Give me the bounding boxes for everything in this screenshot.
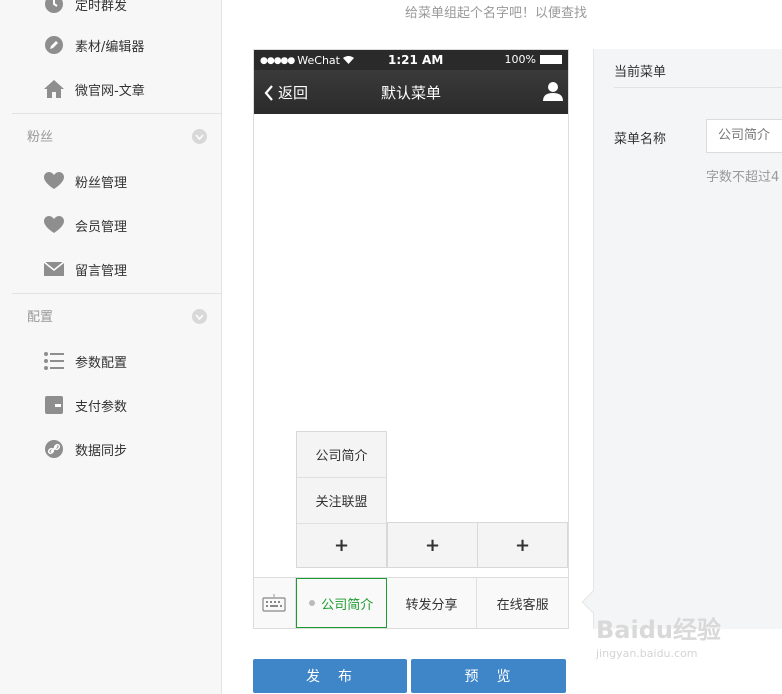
menu-item-online-service[interactable]: 在线客服 — [477, 578, 568, 628]
sidebar-item-label: 定时群发 — [75, 0, 128, 14]
section-title: 粉丝 — [27, 130, 54, 145]
section-fans[interactable]: 粉丝 — [12, 113, 222, 157]
publish-button[interactable]: 发 布 — [253, 659, 407, 693]
sidebar-item-label: 素材/编辑器 — [75, 39, 145, 55]
sidebar-item-label: 粉丝管理 — [75, 175, 128, 191]
menu-item-label: 公司简介 — [321, 597, 374, 613]
heart-icon — [43, 214, 65, 236]
link-icon — [43, 438, 65, 460]
phone-preview: ●●●●● WeChat 1:21 AM 100% 返回 默认菜单 公司简介 关… — [253, 49, 569, 629]
submenu-popup: 公司简介 关注联盟 + — [296, 431, 387, 568]
chevron-down-icon[interactable] — [192, 309, 207, 324]
carrier-label: WeChat — [297, 54, 340, 67]
phone-title: 默认菜单 — [380, 84, 441, 102]
watermark: Baidu经验 jingyan.baidu.com — [596, 610, 721, 660]
battery-label: 100% — [504, 53, 536, 66]
sidebar-item-materials[interactable]: 素材/编辑器 — [12, 23, 222, 67]
preview-button[interactable]: 预 览 — [411, 659, 566, 693]
section-title: 配置 — [27, 310, 54, 325]
status-time: 1:21 AM — [388, 53, 444, 67]
divider — [614, 87, 782, 88]
sidebar-item-label: 支付参数 — [75, 399, 128, 415]
menu-group-hint: 给菜单组起个名字吧！以便查找 — [405, 6, 588, 21]
battery-icon — [540, 55, 562, 64]
sidebar-item-label: 会员管理 — [75, 219, 128, 235]
menu-bar: 公司简介 转发分享 在线客服 — [254, 577, 568, 628]
wallet-icon — [43, 394, 65, 416]
sidebar-item-payment-params[interactable]: 支付参数 — [12, 383, 222, 427]
wifi-icon — [342, 54, 354, 67]
add-submenu-button[interactable]: + — [477, 522, 568, 568]
panel-heading: 当前菜单 — [614, 65, 667, 80]
sidebar: 定时群发 素材/编辑器 微官网-文章 粉丝 粉丝管理 会员管理 留言管理 配置 … — [0, 0, 222, 694]
menu-name-tip: 字数不超过4 — [706, 170, 780, 185]
heart-icon — [43, 170, 65, 192]
sidebar-item-member-management[interactable]: 会员管理 — [12, 203, 222, 247]
keyboard-icon[interactable] — [254, 578, 296, 628]
watermark-main: Baidu经验 — [596, 616, 721, 644]
section-config[interactable]: 配置 — [12, 293, 222, 337]
signal-icon: ●●●●● — [260, 55, 295, 66]
menu-item-share[interactable]: 转发分享 — [387, 578, 478, 628]
user-icon[interactable] — [542, 81, 564, 105]
sidebar-item-message-management[interactable]: 留言管理 — [12, 247, 222, 291]
sidebar-item-label: 留言管理 — [75, 263, 128, 279]
sidebar-item-param-config[interactable]: 参数配置 — [12, 339, 222, 383]
mail-icon — [43, 258, 65, 280]
submenu-item[interactable]: 关注联盟 — [297, 478, 386, 524]
home-icon — [43, 78, 65, 100]
clock-icon — [43, 0, 65, 15]
sidebar-item-label: 数据同步 — [75, 443, 128, 459]
menu-name-label: 菜单名称 — [614, 132, 667, 147]
list-icon — [43, 350, 65, 372]
status-bar: ●●●●● WeChat 1:21 AM 100% — [254, 50, 568, 70]
watermark-sub: jingyan.baidu.com — [596, 647, 698, 660]
menu-item-company-intro[interactable]: 公司简介 — [295, 578, 387, 628]
menu-name-input[interactable]: 公司简介 — [706, 119, 782, 153]
sidebar-item-label: 参数配置 — [75, 355, 128, 371]
chevron-down-icon[interactable] — [192, 129, 207, 144]
add-submenu-button[interactable]: + — [387, 522, 478, 568]
sidebar-item-label: 微官网-文章 — [75, 83, 145, 99]
menu-edit-panel: 当前菜单 菜单名称 公司简介 字数不超过4 — [593, 49, 782, 629]
bullet-icon — [309, 600, 316, 606]
phone-nav-bar: 返回 默认菜单 — [254, 70, 568, 114]
sidebar-item-microsite[interactable]: 微官网-文章 — [12, 67, 222, 111]
add-submenu-button[interactable]: + — [297, 524, 386, 567]
sidebar-item-fans-management[interactable]: 粉丝管理 — [12, 159, 222, 203]
submenu-item[interactable]: 公司简介 — [297, 432, 386, 478]
pencil-icon — [43, 34, 65, 56]
sidebar-item-data-sync[interactable]: 数据同步 — [12, 427, 222, 471]
